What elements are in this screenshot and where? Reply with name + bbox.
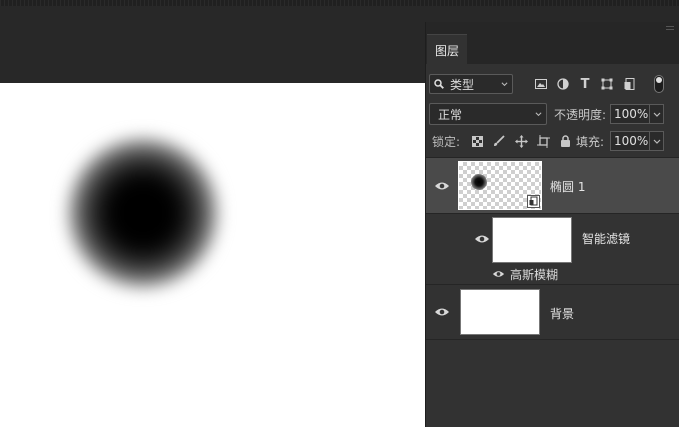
filter-mask-thumbnail[interactable] [492,217,572,263]
thumbnail-ellipse [471,174,487,190]
lock-label: 锁定: [432,135,461,149]
move-icon[interactable] [510,131,532,151]
chevron-down-icon [535,112,542,117]
contrast-icon[interactable] [552,75,574,93]
blend-mode-label: 正常 [438,107,463,122]
transform-icon[interactable] [596,75,618,93]
eye-icon[interactable] [434,181,450,191]
crop-icon[interactable] [532,131,554,151]
panel-tab-bar: 图层 [426,22,679,65]
tab-layers[interactable]: 图层 [427,34,467,65]
top-strip [0,0,679,6]
layer-name[interactable]: 椭圆 1 [550,178,585,195]
fill-input[interactable]: 100% [610,131,650,151]
chevron-down-icon [653,112,661,117]
lock-icons [466,131,576,151]
blurred-ellipse [68,138,218,288]
smart-object-icon[interactable] [618,75,640,93]
lock-icon[interactable] [554,131,576,151]
fill-label: 填充: [576,135,605,149]
brush-icon[interactable] [488,131,510,151]
filter-kind-label: 类型 [450,77,475,92]
divider [426,339,679,340]
eye-icon[interactable] [434,307,450,317]
layer-name[interactable]: 背景 [550,305,574,322]
smart-filters-label[interactable]: 智能滤镜 [582,230,630,247]
opacity-dropdown[interactable] [650,104,664,124]
opacity-label: 不透明度: [554,108,607,122]
image-icon[interactable] [530,75,552,93]
layer-filter-row: 类型 T [426,72,679,98]
text-icon[interactable]: T [574,75,596,93]
smart-object-badge-icon [527,195,540,208]
blend-mode-select[interactable]: 正常 [429,103,547,125]
lock-fill-row: 锁定: 填充: 100% [426,130,679,154]
chevron-down-icon [653,139,661,144]
eye-icon[interactable] [492,270,505,278]
layer-thumbnail [458,161,542,210]
filter-toggle[interactable] [654,75,664,93]
filter-kind-select[interactable]: 类型 [429,74,513,94]
blend-opacity-row: 正常 不透明度: 100% [426,103,679,127]
search-icon [434,79,444,89]
layer-row-ellipse[interactable]: 椭圆 1 [426,158,679,213]
chevron-down-icon [501,82,508,87]
panel-grip-icon[interactable] [666,26,674,30]
eye-icon[interactable] [474,234,490,244]
layer-thumbnail [460,289,540,335]
layer-row-background[interactable]: 背景 [426,285,679,339]
layers-panel: 图层 类型 T 正常 不透明度: 100% 锁定: 填充: 100% 椭圆 1 … [425,22,679,427]
document-canvas[interactable] [0,83,425,427]
checkerboard-icon[interactable] [466,131,488,151]
fill-dropdown[interactable] [650,131,664,151]
opacity-input[interactable]: 100% [610,104,650,124]
layer-row-smart-filters[interactable]: 智能滤镜 高斯模糊 [426,214,679,284]
filter-icons: T [530,75,640,93]
filter-name[interactable]: 高斯模糊 [510,266,558,283]
